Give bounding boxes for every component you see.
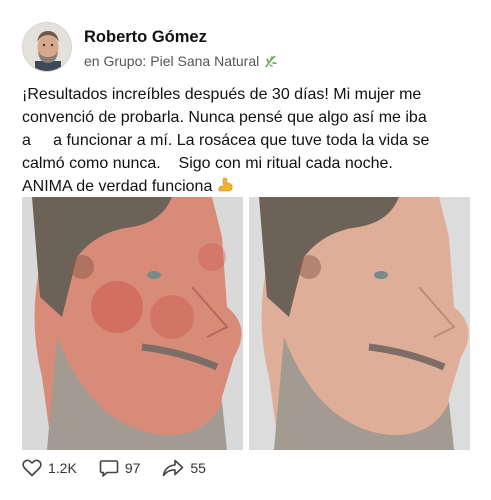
like-button[interactable]: 1.2K (22, 459, 77, 477)
post-body: ¡Resultados increíbles después de 30 día… (22, 83, 470, 198)
post-text-line: a a funcionar a mí. La rosácea que tuve … (22, 132, 430, 149)
author-name[interactable]: Roberto Gómez (84, 28, 207, 47)
after-photo[interactable] (249, 197, 470, 450)
comment-count: 97 (124, 460, 141, 476)
photo-grid (22, 197, 470, 450)
group-prefix: en Grupo: (84, 53, 147, 69)
post-text-line: convenció de probarla. Nunca pensé que a… (22, 109, 427, 126)
like-count: 1.2K (48, 460, 77, 476)
group-line: en Grupo: Piel Sana Natural (84, 53, 278, 69)
post-actions: 1.2K 97 55 (22, 455, 228, 481)
before-photo[interactable] (22, 197, 243, 450)
post-text-line: ANIMA de verdad funciona (22, 178, 213, 195)
herb-leaf-icon (265, 54, 278, 67)
post-text-line: calmó como nunca. Sigo con mi ritual cad… (22, 155, 393, 172)
group-name[interactable]: Piel Sana Natural (150, 53, 259, 69)
share-button[interactable]: 55 (162, 459, 206, 477)
share-count: 55 (190, 460, 206, 476)
post-header: Roberto Gómez en Grupo: Piel Sana Natura… (22, 20, 462, 76)
comment-button[interactable]: 97 (99, 459, 141, 478)
speech-bubble-icon (99, 459, 119, 477)
post-text-last-line: ANIMA de verdad funciona (22, 175, 470, 198)
flexed-biceps-icon (218, 177, 233, 192)
post-text-line: ¡Resultados increíbles después de 30 día… (22, 86, 422, 103)
heart-outline-icon (22, 459, 42, 477)
share-arrow-icon (163, 459, 184, 477)
avatar[interactable] (22, 22, 72, 72)
